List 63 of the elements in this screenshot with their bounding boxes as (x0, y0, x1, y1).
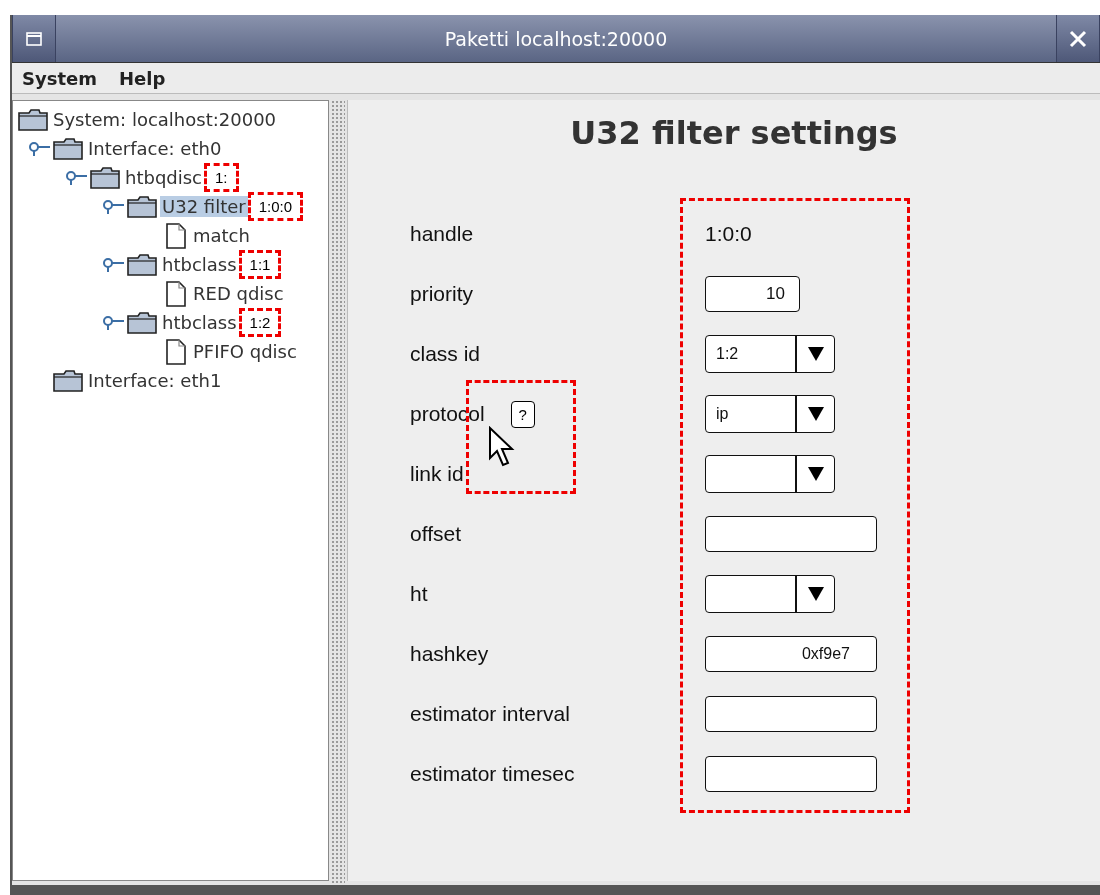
tree-item[interactable]: RED qdisc (191, 283, 286, 304)
panel-title: U32 filter settings (569, 114, 899, 152)
dropdown[interactable]: ip (705, 395, 835, 433)
document-icon (164, 222, 188, 249)
input-field[interactable]: 0xf9e7 (705, 636, 877, 672)
field-label: handle (410, 222, 474, 246)
document-icon (164, 280, 188, 307)
field-label: priority (410, 282, 473, 306)
field-label: hashkey (410, 642, 489, 666)
window-icon (26, 31, 42, 46)
annotation-label: 1:2 (238, 308, 282, 337)
tree-item[interactable]: System: localhost:20000 (51, 109, 279, 130)
folder-icon (127, 311, 157, 334)
folder-icon (53, 369, 83, 392)
tree-item[interactable]: htbqdisc (123, 167, 205, 188)
field-label: estimator timesec (410, 762, 575, 786)
tree-item[interactable]: htbclass (160, 312, 239, 333)
tree-item[interactable]: U32 filter (160, 196, 248, 217)
dropdown-arrow-icon (806, 346, 825, 362)
input-field[interactable] (705, 516, 877, 552)
dropdown[interactable] (705, 575, 835, 613)
close-button[interactable] (1056, 15, 1100, 62)
handle-value: 1:0:0 (705, 222, 752, 246)
dropdown-arrow-icon (806, 586, 825, 602)
folder-icon (127, 195, 157, 218)
field-label: estimator interval (410, 702, 570, 726)
expand-handle-icon[interactable] (65, 169, 87, 186)
document-icon (164, 338, 188, 365)
dropdown-arrow-icon (806, 406, 825, 422)
expand-handle-icon[interactable] (28, 140, 50, 157)
dropdown[interactable]: 1:2 (705, 335, 835, 373)
tree-item[interactable]: PFIFO qdisc (191, 341, 299, 362)
input-field[interactable] (705, 756, 877, 792)
help-button[interactable]: ? (510, 400, 535, 428)
close-icon (1069, 29, 1087, 48)
menu-item[interactable]: System (22, 67, 97, 89)
tree-item[interactable]: htbclass (160, 254, 239, 275)
field-label: ht (410, 582, 428, 606)
tree-item[interactable]: match (191, 225, 252, 246)
expand-handle-icon[interactable] (102, 198, 124, 215)
window-menu-button[interactable] (12, 15, 56, 62)
menu-item[interactable]: Help (119, 67, 166, 89)
annotation-label: 1: (204, 163, 239, 192)
folder-icon (53, 137, 83, 160)
input-field[interactable]: 10 (705, 276, 800, 312)
expand-handle-icon[interactable] (102, 314, 124, 331)
folder-icon (127, 253, 157, 276)
dropdown[interactable] (705, 455, 835, 493)
tree-item[interactable]: Interface: eth0 (86, 138, 224, 159)
tree-item[interactable]: Interface: eth1 (86, 370, 224, 391)
expand-handle-icon[interactable] (102, 256, 124, 273)
folder-icon (90, 166, 120, 189)
input-field[interactable] (705, 696, 877, 732)
field-label: link id (410, 462, 464, 486)
window-title: Paketti localhost:20000 (443, 27, 669, 50)
folder-icon (18, 108, 48, 131)
field-label: class id (410, 342, 481, 366)
annotation-label: 1:0:0 (247, 192, 304, 221)
dropdown-arrow-icon (806, 466, 825, 482)
annotation-label: 1:1 (238, 250, 282, 279)
field-label: offset (410, 522, 461, 546)
splitter-handle[interactable] (331, 100, 345, 885)
field-label: protocol (410, 402, 485, 426)
